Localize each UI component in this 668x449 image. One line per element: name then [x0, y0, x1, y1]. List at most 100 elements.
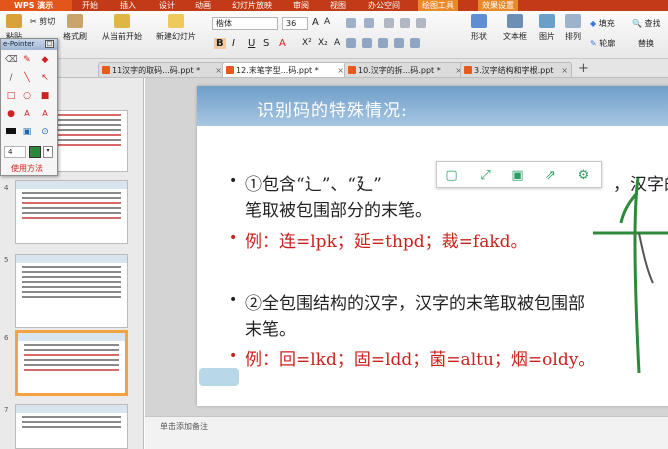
- copy-icon[interactable]: ▢: [443, 167, 460, 184]
- menu-office-space[interactable]: 办公空间: [364, 0, 404, 11]
- marker-icon[interactable]: /: [5, 73, 17, 83]
- menu-effect-settings[interactable]: 效果设置: [478, 0, 518, 11]
- textbox-button[interactable]: 文本框: [498, 14, 532, 42]
- new-slide-button[interactable]: 新建幻灯片: [150, 14, 202, 42]
- close-icon[interactable]: □: [45, 40, 54, 48]
- menu-view[interactable]: 视图: [326, 0, 350, 11]
- slide-thumbnail[interactable]: [15, 254, 128, 328]
- menu-drawing-tools[interactable]: 绘图工具: [418, 0, 458, 11]
- close-icon[interactable]: ×: [337, 63, 344, 78]
- menu-bar: WPS 演示 开始 插入 设计 动画 幻灯片放映 审阅 视图 办公空间 绘图工具…: [0, 0, 668, 11]
- rule-2-line-1[interactable]: ②全包围结构的汉字，汉字的末笔取被包围部: [245, 289, 585, 314]
- filled-ellipse-icon[interactable]: ●: [5, 109, 17, 119]
- doc-tab-11[interactable]: 11汉字的取码...码.ppt * ×: [98, 62, 226, 77]
- find-button[interactable]: 🔍 查找: [632, 18, 661, 29]
- example-2[interactable]: 例：回=lkd；固=ldd；菌=altu；烟=oldy。: [245, 345, 595, 370]
- new-tab-plus-icon[interactable]: +: [578, 61, 589, 76]
- example-1[interactable]: 例：连=lpk；延=thpd；裁=fakd。: [245, 227, 528, 252]
- bold-button[interactable]: B: [214, 38, 226, 49]
- strikethrough-button[interactable]: S: [263, 38, 269, 49]
- gear-icon[interactable]: ⚙: [575, 167, 592, 184]
- notes-pane[interactable]: 单击添加备注: [145, 416, 668, 449]
- ppt-file-icon: [226, 66, 234, 74]
- replace-button[interactable]: 替换: [638, 38, 654, 49]
- menu-start[interactable]: 开始: [78, 0, 102, 11]
- shrink-font-icon[interactable]: A: [324, 17, 330, 27]
- camera-icon[interactable]: ▣: [21, 127, 33, 137]
- from-current-button[interactable]: 从当前开始: [98, 14, 146, 42]
- bucket-icon[interactable]: ◆: [39, 55, 51, 65]
- align-center-icon[interactable]: [362, 38, 372, 48]
- doc-tab-12[interactable]: 12.末笔字型...码.ppt * ×: [222, 62, 348, 77]
- paste-icon: [6, 14, 22, 28]
- slide-thumbnail[interactable]: [15, 180, 128, 244]
- arrow-tool-icon[interactable]: ↖: [39, 73, 51, 83]
- doc-tab-3[interactable]: 3.汉字结构和字根.ppt ×: [460, 62, 572, 77]
- text-tool-icon[interactable]: A: [21, 109, 33, 119]
- slide-thumbnail[interactable]: [15, 404, 128, 449]
- font-color-button[interactable]: A: [279, 38, 286, 49]
- doc-tab-10[interactable]: 10.汉字的拆...码.ppt * ×: [344, 62, 466, 77]
- text-box-tool-icon[interactable]: A: [39, 109, 51, 119]
- pen-icon[interactable]: ✎: [21, 55, 33, 65]
- app-logo[interactable]: WPS 演示: [0, 0, 72, 11]
- menu-design[interactable]: 设计: [155, 0, 179, 11]
- close-icon[interactable]: ×: [215, 63, 222, 78]
- rule-1-line-2[interactable]: 笔取被包围部分的末笔。: [245, 196, 432, 221]
- distribute-icon[interactable]: [410, 38, 420, 48]
- picture-button[interactable]: 图片: [536, 14, 558, 42]
- usage-link[interactable]: 使用方法: [11, 163, 43, 174]
- textbox-icon: [507, 14, 523, 28]
- menu-animation[interactable]: 动画: [191, 0, 215, 11]
- char-spacing-icon[interactable]: A: [334, 38, 340, 48]
- line-tool-icon[interactable]: ╲: [21, 73, 33, 83]
- align-left-icon[interactable]: [346, 38, 356, 48]
- rule-1-line-1[interactable]: ①包含“辶”、“廴”: [245, 170, 382, 195]
- menu-review[interactable]: 审阅: [289, 0, 313, 11]
- slide-number: 4: [4, 184, 9, 192]
- magnifier-icon[interactable]: ⊙: [39, 127, 51, 137]
- font-family-select[interactable]: 楷体: [212, 17, 278, 30]
- pen-color-swatch[interactable]: [29, 146, 41, 158]
- format-painter-button[interactable]: 格式刷: [60, 14, 90, 42]
- justify-icon[interactable]: [394, 38, 404, 48]
- ppt-file-icon: [102, 66, 110, 74]
- rectangle-outline-icon[interactable]: □: [5, 91, 17, 101]
- filled-rectangle-icon[interactable]: ■: [39, 91, 51, 101]
- menu-insert[interactable]: 插入: [116, 0, 140, 11]
- ellipse-outline-icon[interactable]: ○: [21, 91, 33, 101]
- line-spacing-icon[interactable]: [416, 18, 426, 28]
- chevron-down-icon[interactable]: ▾: [43, 146, 53, 158]
- superscript-button[interactable]: X²: [302, 38, 312, 48]
- underline-button[interactable]: U: [248, 38, 255, 49]
- indent-decrease-icon[interactable]: [384, 18, 394, 28]
- pen-width-select[interactable]: 4: [4, 146, 26, 158]
- cut-button[interactable]: ✂ 剪切: [30, 16, 55, 27]
- subscript-button[interactable]: X₂: [318, 38, 328, 48]
- save-icon[interactable]: ▣: [509, 167, 526, 184]
- bullet-dot: •: [229, 348, 238, 364]
- scissors-icon: ✂: [30, 17, 37, 26]
- share-icon[interactable]: ⇗: [542, 167, 559, 184]
- shape-button[interactable]: 形状: [467, 14, 491, 42]
- align-right-icon[interactable]: [378, 38, 388, 48]
- grow-font-icon[interactable]: A: [312, 17, 319, 28]
- menu-slideshow[interactable]: 幻灯片放映: [228, 0, 276, 11]
- black-rect-icon[interactable]: [5, 127, 17, 137]
- eraser-icon[interactable]: ⌫: [5, 55, 18, 65]
- bullet-dot: •: [229, 292, 238, 308]
- arrange-button[interactable]: 排列: [560, 14, 586, 42]
- bullets-icon[interactable]: [346, 18, 356, 28]
- fill-button[interactable]: ◆ 填充: [590, 18, 615, 29]
- close-icon[interactable]: ×: [561, 63, 568, 78]
- slide-number: 5: [4, 256, 9, 264]
- slide-title: 识别码的特殊情况:: [257, 101, 408, 121]
- numbering-icon[interactable]: [364, 18, 374, 28]
- outline-button[interactable]: ✎ 轮廓: [590, 38, 615, 49]
- rule-2-line-2[interactable]: 末笔。: [245, 315, 296, 340]
- indent-increase-icon[interactable]: [400, 18, 410, 28]
- italic-button[interactable]: I: [232, 38, 235, 49]
- expand-icon[interactable]: ⤢: [477, 167, 494, 184]
- slide-thumbnail-selected[interactable]: [15, 330, 128, 396]
- font-size-select[interactable]: 36: [282, 17, 308, 30]
